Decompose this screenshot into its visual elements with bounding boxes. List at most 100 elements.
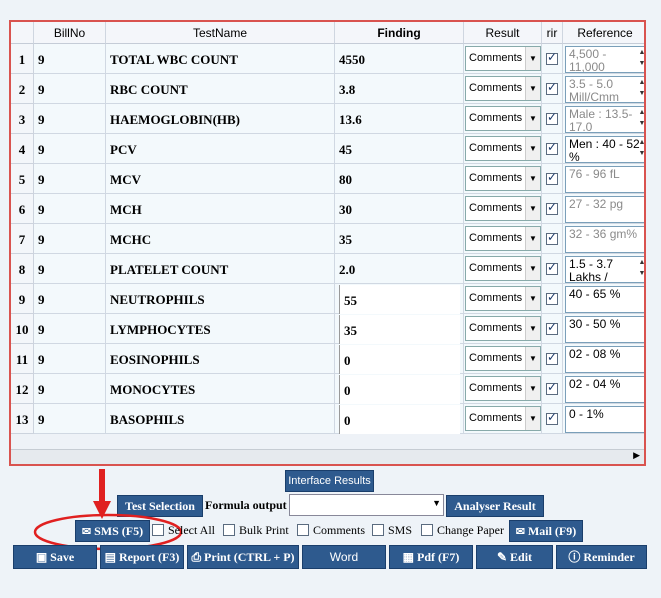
testname-cell[interactable]: BASOPHILS [106,404,335,434]
table-row[interactable]: 19TOTAL WBC COUNT4550Comments▼4,500 - 11… [11,44,644,74]
billno-cell[interactable]: 9 [34,164,106,194]
testname-cell[interactable]: NEUTROPHILS [106,284,335,314]
select-all-checkbox[interactable] [152,524,164,536]
result-dropdown[interactable]: Comments ▼ [465,136,541,161]
pdf-button[interactable]: ▦ Pdf (F7) [389,545,473,569]
column-header-print[interactable]: rir [542,22,563,44]
print-button[interactable]: ⎙ Print (CTRL + P) [187,545,299,569]
reference-textbox[interactable]: 0 - 1% [565,406,644,433]
print-checkbox[interactable] [546,50,558,65]
table-row[interactable]: 119EOSINOPHILS0Comments▼02 - 08 % [11,344,644,374]
save-button[interactable]: ▣ Save [13,545,97,569]
print-checkbox[interactable] [546,290,558,305]
comments-checkbox[interactable] [297,524,309,536]
results-grid[interactable]: BillNo TestName Finding Result rir Reference … [9,20,646,466]
print-checkbox[interactable] [546,320,558,335]
finding-cell[interactable]: 35 [335,224,464,254]
finding-cell[interactable]: 4550 [335,44,464,74]
spinner-icon[interactable]: ▲ ▼ [637,257,644,282]
result-dropdown[interactable]: Comments ▼ [465,226,541,251]
spinner-icon[interactable]: ▲ ▼ [637,107,644,132]
billno-cell[interactable]: 9 [34,74,106,104]
finding-cell[interactable]: 30 [335,194,464,224]
scroll-right-icon[interactable]: ▶ [633,450,640,461]
result-dropdown[interactable]: Comments ▼ [465,406,541,431]
testname-cell[interactable]: PCV [106,134,335,164]
finding-input[interactable]: 55 [339,285,460,314]
table-row[interactable]: 39HAEMOGLOBIN(HB)13.6Comments▼Male : 13.… [11,104,644,134]
finding-input[interactable]: 0 [339,375,460,404]
reference-textbox[interactable]: 3.5 - 5.0 Mill/Cmm ▲ ▼ [565,76,644,103]
reference-textbox[interactable]: 27 - 32 pg [565,196,644,223]
chevron-down-icon[interactable]: ▼ [525,137,540,160]
billno-cell[interactable]: 9 [34,314,106,344]
word-button[interactable]: Word [302,545,386,569]
billno-cell[interactable]: 9 [34,344,106,374]
billno-cell[interactable]: 9 [34,44,106,74]
billno-cell[interactable]: 9 [34,254,106,284]
mail-button[interactable]: ✉ Mail (F9) [509,520,583,542]
chevron-down-icon[interactable]: ▼ [525,407,540,430]
table-row[interactable]: 29RBC COUNT3.8Comments▼3.5 - 5.0 Mill/Cm… [11,74,644,104]
result-dropdown[interactable]: Comments ▼ [465,166,541,191]
interface-results-button[interactable]: Interface Results [285,470,374,492]
table-row[interactable]: 89PLATELET COUNT2.0Comments▼1.5 - 3.7 La… [11,254,644,284]
chevron-down-icon[interactable]: ▼ [525,257,540,280]
result-dropdown[interactable]: Comments ▼ [465,106,541,131]
result-dropdown[interactable]: Comments ▼ [465,256,541,281]
chevron-down-icon[interactable]: ▼ [525,107,540,130]
column-header-row[interactable] [11,22,34,44]
table-row[interactable]: 139BASOPHILS0Comments▼0 - 1% [11,404,644,434]
sms-checkbox[interactable] [372,524,384,536]
analyser-result-button[interactable]: Analyser Result [446,495,544,517]
reference-textbox[interactable]: 02 - 04 % [565,376,644,403]
billno-cell[interactable]: 9 [34,374,106,404]
result-dropdown[interactable]: Comments ▼ [465,376,541,401]
reference-textbox[interactable]: 1.5 - 3.7 Lakhs / ▲ ▼ [565,256,644,283]
formula-output-select[interactable]: ▼ [289,494,444,516]
change-paper-checkbox[interactable] [421,524,433,536]
spinner-icon[interactable]: ▲ ▼ [637,137,644,162]
print-checkbox[interactable] [546,170,558,185]
finding-cell[interactable]: 3.8 [335,74,464,104]
column-header-billno[interactable]: BillNo [34,22,106,44]
result-dropdown[interactable]: Comments ▼ [465,286,541,311]
print-checkbox[interactable] [546,350,558,365]
testname-cell[interactable]: MCH [106,194,335,224]
print-checkbox[interactable] [546,260,558,275]
testname-cell[interactable]: TOTAL WBC COUNT [106,44,335,74]
reference-textbox[interactable]: 4,500 - 11,000 ▲ ▼ [565,46,644,73]
testname-cell[interactable]: MONOCYTES [106,374,335,404]
print-checkbox[interactable] [546,230,558,245]
chevron-down-icon[interactable]: ▼ [525,377,540,400]
finding-cell[interactable]: 13.6 [335,104,464,134]
testname-cell[interactable]: PLATELET COUNT [106,254,335,284]
result-dropdown[interactable]: Comments ▼ [465,196,541,221]
result-dropdown[interactable]: Comments ▼ [465,76,541,101]
reference-textbox[interactable]: 40 - 65 % [565,286,644,313]
billno-cell[interactable]: 9 [34,134,106,164]
chevron-down-icon[interactable]: ▼ [432,498,441,508]
testname-cell[interactable]: MCV [106,164,335,194]
result-dropdown[interactable]: Comments ▼ [465,46,541,71]
testname-cell[interactable]: RBC COUNT [106,74,335,104]
finding-cell[interactable]: 2.0 [335,254,464,284]
chevron-down-icon[interactable]: ▼ [525,167,540,190]
reminder-button[interactable]: ⓘ Reminder [556,545,647,569]
print-checkbox[interactable] [546,140,558,155]
table-row[interactable]: 99NEUTROPHILS55Comments▼40 - 65 % [11,284,644,314]
horizontal-scrollbar[interactable]: ▶ [11,449,644,464]
testname-cell[interactable]: MCHC [106,224,335,254]
table-row[interactable]: 69MCH30Comments▼27 - 32 pg [11,194,644,224]
column-header-testname[interactable]: TestName [106,22,335,44]
billno-cell[interactable]: 9 [34,104,106,134]
column-header-result[interactable]: Result [464,22,542,44]
reference-textbox[interactable]: 32 - 36 gm% [565,226,644,253]
bulk-print-checkbox[interactable] [223,524,235,536]
print-checkbox[interactable] [546,200,558,215]
chevron-down-icon[interactable]: ▼ [525,47,540,70]
billno-cell[interactable]: 9 [34,404,106,434]
reference-textbox[interactable]: Male : 13.5-17.0 ▲ ▼ [565,106,644,133]
table-row[interactable]: 79MCHC35Comments▼32 - 36 gm% [11,224,644,254]
table-row[interactable]: 109LYMPHOCYTES35Comments▼30 - 50 % [11,314,644,344]
